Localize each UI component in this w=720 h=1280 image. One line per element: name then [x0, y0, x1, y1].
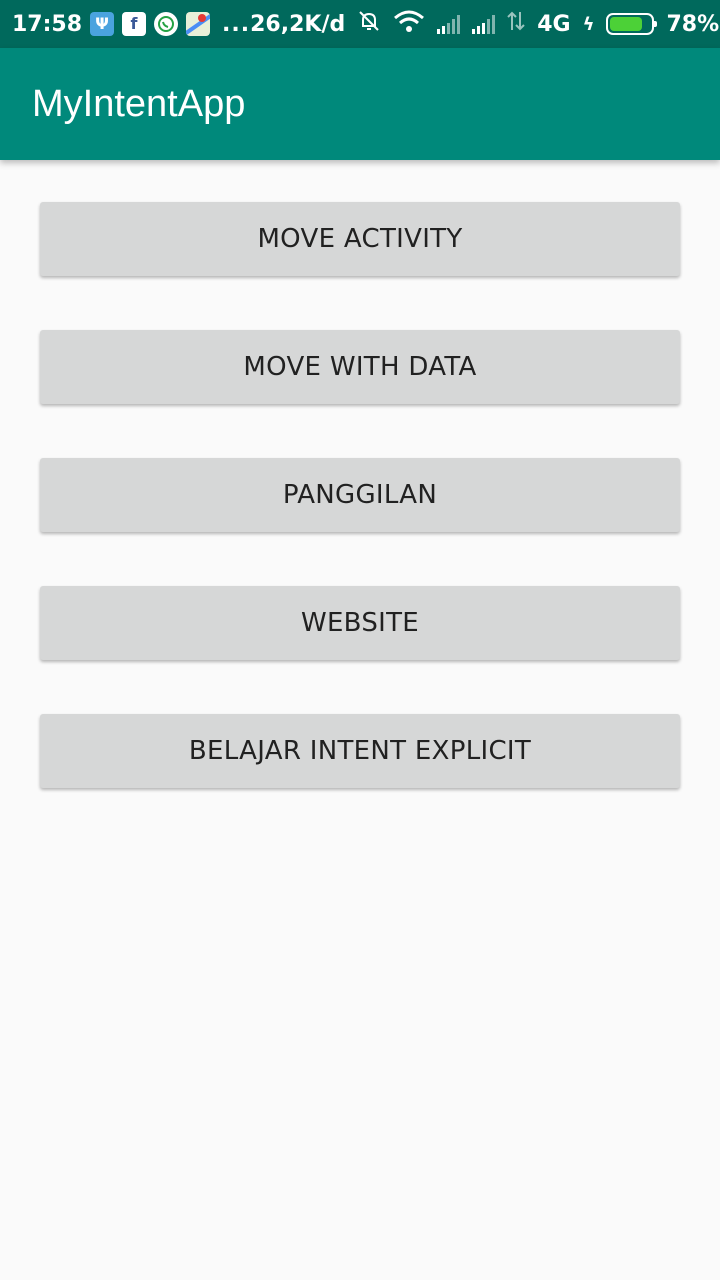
- status-bar-right: 26,2K/d 4G ϟ 78%: [250, 9, 719, 39]
- app-title: MyIntentApp: [32, 82, 246, 125]
- panggilan-button[interactable]: PANGGILAN: [40, 458, 680, 532]
- network-speed: 26,2K/d: [250, 11, 346, 37]
- maps-icon: [186, 12, 211, 36]
- more-notifications-icon: ...: [222, 11, 251, 37]
- move-activity-button[interactable]: MOVE ACTIVITY: [40, 202, 680, 276]
- app-bar: MyIntentApp: [0, 48, 720, 160]
- facebook-icon: f: [122, 12, 147, 36]
- battery-fill: [610, 17, 642, 31]
- battery-percent: 78%: [666, 11, 720, 37]
- network-type: 4G: [537, 11, 571, 37]
- clock: 17:58: [12, 11, 83, 37]
- signal-strength-icon: [437, 14, 461, 34]
- data-transfer-icon: [507, 10, 525, 38]
- wifi-icon: [393, 9, 425, 39]
- belajar-intent-explicit-button[interactable]: BELAJAR INTENT EXPLICIT: [40, 714, 680, 788]
- website-button[interactable]: WEBSITE: [40, 586, 680, 660]
- status-bar: 17:58 Ψ f ... 26,2K/d 4G ϟ 78%: [0, 0, 720, 48]
- muted-bell-icon: [357, 9, 381, 39]
- button-list: MOVE ACTIVITY MOVE WITH DATA PANGGILAN W…: [40, 202, 680, 842]
- charging-icon: ϟ: [582, 13, 595, 35]
- battery-icon: [606, 13, 658, 35]
- psi-icon: Ψ: [90, 12, 115, 36]
- status-bar-left: 17:58 Ψ f ...: [12, 12, 250, 37]
- move-with-data-button[interactable]: MOVE WITH DATA: [40, 330, 680, 404]
- signal-strength-icon-2: [472, 14, 496, 34]
- whatsapp-icon: [154, 12, 179, 36]
